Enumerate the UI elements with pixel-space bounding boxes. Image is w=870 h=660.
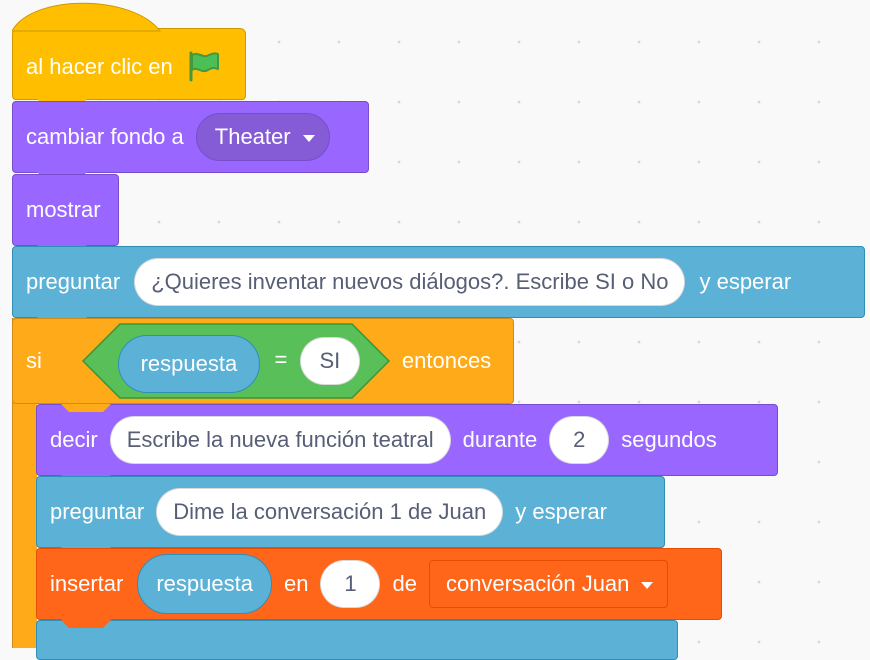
hat-cap-shape [12,2,162,32]
index-input[interactable]: 1 [320,560,381,608]
question-input[interactable]: Dime la conversación 1 de Juan [156,488,504,536]
list-dropdown[interactable]: conversación Juan [428,560,669,608]
insert-at-list-block[interactable]: insertar respuesta en 1 de conversación … [36,548,722,627]
chevron-down-icon [641,581,654,589]
ask-and-wait-block[interactable]: preguntar ¿Quieres inventar nuevos diálo… [12,246,865,325]
green-flag-icon[interactable] [187,49,221,83]
switch-backdrop-block[interactable]: cambiar fondo a Theater [12,101,369,180]
comparison-value-input[interactable]: SI [299,337,360,385]
list-dropdown-value: conversación Juan [445,571,630,596]
equals-operator: = [274,347,288,372]
chevron-down-icon [302,134,315,142]
ask-and-wait-block-2[interactable]: preguntar Dime la conversación 1 de Juan… [36,476,665,555]
show-label: mostrar [26,197,101,222]
ask-suffix-label: y esperar [699,269,792,294]
during-label: durante [462,427,538,452]
show-block[interactable]: mostrar [12,174,119,253]
answer-reporter[interactable]: respuesta [117,335,260,393]
of-label: de [392,571,417,596]
seconds-input[interactable]: 2 [549,416,610,464]
switch-backdrop-label: cambiar fondo a [26,124,184,149]
ask-label: preguntar [26,269,121,294]
ask-suffix-label: y esperar [515,499,607,524]
answer-reporter[interactable]: respuesta [137,554,272,614]
backdrop-dropdown-value: Theater [214,124,291,149]
seconds-label: segundos [621,427,717,452]
ask-label: preguntar [50,499,145,524]
say-label: decir [50,427,98,452]
backdrop-dropdown[interactable]: Theater [195,113,330,161]
block-notch [61,620,111,628]
block-notch [61,404,111,412]
message-input[interactable]: Escribe la nueva función teatral [109,416,451,464]
if-then-block[interactable]: si respuesta = SI entonces [12,318,514,404]
when-flag-clicked-hat-block[interactable]: al hacer clic en [12,2,246,107]
if-label: si [26,348,42,373]
equals-condition[interactable]: respuesta = SI [81,323,390,399]
question-input[interactable]: ¿Quieres inventar nuevos diálogos?. Escr… [134,258,686,306]
insert-label: insertar [50,571,124,596]
at-label: en [283,571,309,596]
say-for-secs-block[interactable]: decir Escribe la nueva función teatral d… [36,404,778,483]
hat-label: al hacer clic en [26,54,173,79]
next-block-partial[interactable] [36,620,678,660]
then-label: entonces [401,348,492,373]
